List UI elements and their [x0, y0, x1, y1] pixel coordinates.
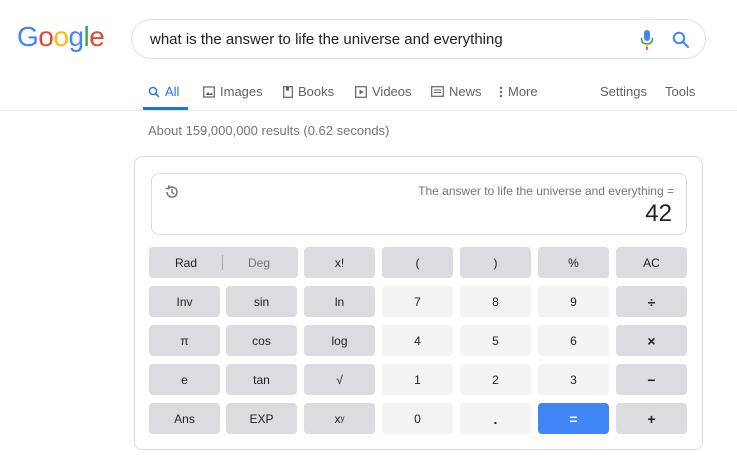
- rad-button[interactable]: Rad: [175, 256, 197, 270]
- tab-label: All: [165, 84, 180, 99]
- digit-4-button[interactable]: 4: [382, 325, 453, 356]
- news-icon: [431, 86, 444, 97]
- header-divider: [0, 110, 737, 111]
- power-button[interactable]: xy: [304, 403, 375, 434]
- left-paren-button[interactable]: (: [382, 247, 453, 278]
- exp-button[interactable]: EXP: [226, 403, 297, 434]
- rad-deg-divider: [222, 255, 223, 270]
- tab-images[interactable]: Images: [203, 84, 263, 99]
- digit-9-button[interactable]: 9: [538, 286, 609, 317]
- calculator-display: The answer to life the universe and ever…: [151, 173, 687, 235]
- right-paren-button[interactable]: ): [460, 247, 531, 278]
- rad-deg-toggle[interactable]: Rad Deg: [149, 247, 298, 278]
- history-icon[interactable]: [164, 184, 180, 200]
- ans-button[interactable]: Ans: [149, 403, 220, 434]
- search-tabs: All Images Books Videos News More Settin…: [0, 0, 737, 110]
- deg-button[interactable]: Deg: [248, 256, 270, 270]
- tab-label: News: [449, 84, 482, 99]
- plus-button[interactable]: +: [616, 403, 687, 434]
- sin-button[interactable]: sin: [226, 286, 297, 317]
- cos-button[interactable]: cos: [226, 325, 297, 356]
- tan-button[interactable]: tan: [226, 364, 297, 395]
- image-icon: [203, 85, 215, 98]
- tab-label: Books: [298, 84, 335, 99]
- minus-button[interactable]: −: [616, 364, 687, 395]
- tab-label: Settings: [600, 84, 647, 99]
- tab-tools[interactable]: Tools: [665, 84, 695, 99]
- digit-8-button[interactable]: 8: [460, 286, 531, 317]
- search-icon: [148, 86, 160, 98]
- clear-button[interactable]: AC: [616, 247, 687, 278]
- tab-label: Images: [220, 84, 263, 99]
- percent-button[interactable]: %: [538, 247, 609, 278]
- divide-button[interactable]: ÷: [616, 286, 687, 317]
- tab-settings[interactable]: Settings: [600, 84, 647, 99]
- book-icon: [283, 85, 293, 98]
- digit-5-button[interactable]: 5: [460, 325, 531, 356]
- digit-7-button[interactable]: 7: [382, 286, 453, 317]
- tab-books[interactable]: Books: [283, 84, 334, 99]
- sqrt-button[interactable]: √: [304, 364, 375, 395]
- more-vert-icon: [499, 86, 503, 98]
- digit-1-button[interactable]: 1: [382, 364, 453, 395]
- tab-all[interactable]: All: [148, 84, 179, 99]
- log-button[interactable]: log: [304, 325, 375, 356]
- power-exponent: y: [340, 414, 345, 423]
- result-stats: About 159,000,000 results (0.62 seconds): [148, 123, 390, 138]
- decimal-button[interactable]: .: [460, 403, 531, 434]
- calculator-result: 42: [645, 200, 672, 227]
- calculator-card: The answer to life the universe and ever…: [134, 156, 703, 450]
- digit-2-button[interactable]: 2: [460, 364, 531, 395]
- digit-0-button[interactable]: 0: [382, 403, 453, 434]
- factorial-button[interactable]: x!: [304, 247, 375, 278]
- ln-button[interactable]: ln: [304, 286, 375, 317]
- calculator-expression: The answer to life the universe and ever…: [418, 184, 674, 198]
- e-button[interactable]: e: [149, 364, 220, 395]
- multiply-button[interactable]: ×: [616, 325, 687, 356]
- play-icon: [355, 85, 367, 98]
- tab-label: Videos: [372, 84, 412, 99]
- digit-6-button[interactable]: 6: [538, 325, 609, 356]
- tab-label: Tools: [665, 84, 696, 99]
- tab-label: More: [508, 84, 538, 99]
- tab-more[interactable]: More: [499, 84, 538, 99]
- pi-button[interactable]: π: [149, 325, 220, 356]
- digit-3-button[interactable]: 3: [538, 364, 609, 395]
- equals-button[interactable]: =: [538, 403, 609, 434]
- inv-button[interactable]: Inv: [149, 286, 220, 317]
- tab-news[interactable]: News: [431, 84, 482, 99]
- tab-videos[interactable]: Videos: [355, 84, 412, 99]
